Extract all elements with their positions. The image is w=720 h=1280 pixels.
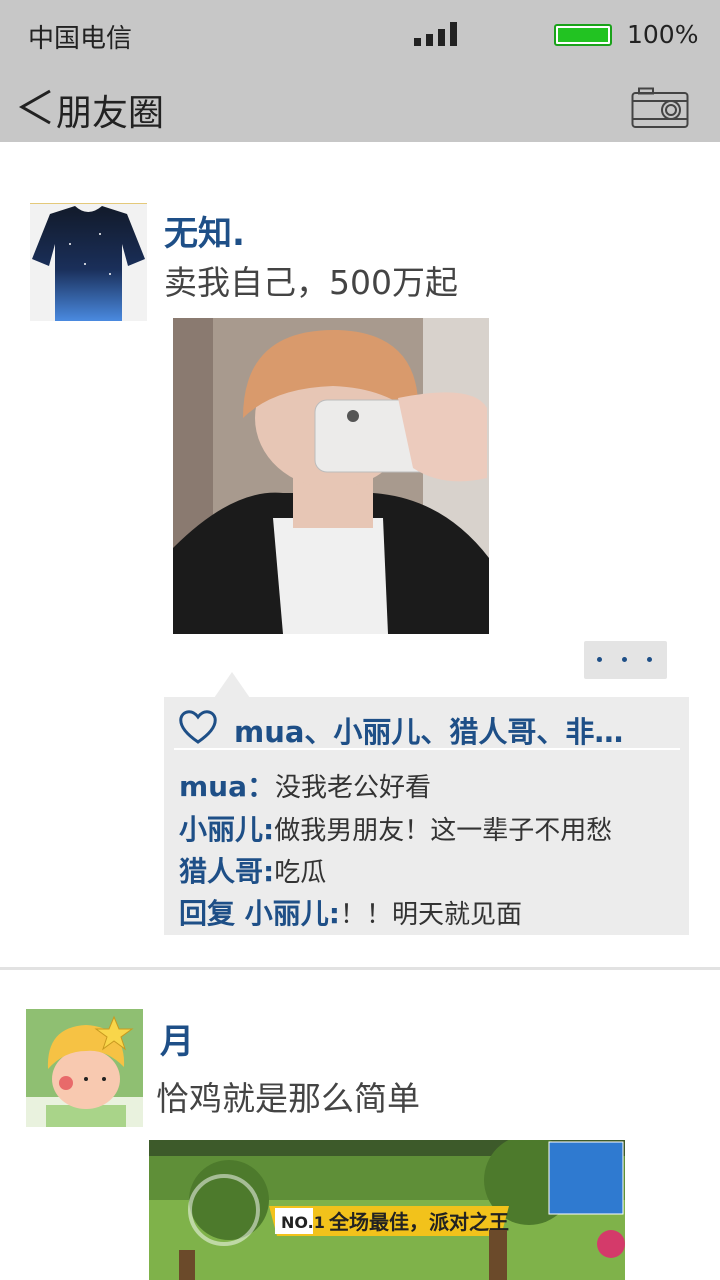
camera-icon[interactable] [631,87,689,129]
post-author-name[interactable]: 月 [160,1014,194,1063]
comment-item[interactable]: mua：没我老公好看 [179,765,431,805]
post-photo[interactable] [173,318,489,634]
post-text: 卖我自己，500万起 [164,263,458,302]
more-button[interactable] [584,641,667,679]
post-separator [0,967,720,970]
comment-item[interactable]: 猎人哥:吃瓜 [179,850,326,890]
likes-row[interactable]: mua、小丽儿、猎人哥、非… [178,707,678,749]
post-author-name[interactable]: 无知. [164,206,245,255]
post-photo[interactable]: NO.1 全场最佳，派对之王 [149,1140,625,1280]
comment-text: 吃瓜 [274,858,327,888]
comment-item[interactable]: 回复 小丽儿:！！明天就见面 [179,892,522,932]
battery-icon [554,24,612,46]
page-title: 朋友圈 [56,93,165,134]
post-text: 恰鸡就是那么简单 [156,1079,420,1118]
chevron-left-icon[interactable] [18,87,54,127]
comment-text: ！！明天就见面 [339,900,522,930]
comment-text: 做我男朋友！这一辈子不用愁 [274,816,613,846]
nav-bar: 朋友圈 [0,70,720,142]
carrier-label: 中国电信 [28,24,133,54]
heart-icon [179,710,217,744]
battery-percent: 100% [627,20,699,49]
comment-author[interactable]: mua： [179,770,275,803]
comment-box: mua、小丽儿、猎人哥、非… mua：没我老公好看 小丽儿:做我男朋友！这一辈子… [164,697,689,935]
status-bar: 中国电信 100% [0,0,720,70]
avatar[interactable] [30,203,147,321]
comment-author[interactable]: 回复 小丽儿: [179,897,340,930]
comment-text: 没我老公好看 [275,773,432,803]
game-banner-text: 全场最佳，派对之王 [328,1210,509,1234]
signal-icon [414,22,460,46]
comment-author[interactable]: 小丽儿: [179,813,274,846]
comment-item[interactable]: 小丽儿:做我男朋友！这一辈子不用愁 [179,808,612,848]
comment-author[interactable]: 猎人哥: [179,855,274,888]
svg-text:NO.1: NO.1 [281,1213,325,1232]
comment-arrow [214,672,250,698]
divider [174,748,680,750]
likes-list[interactable]: mua、小丽儿、猎人哥、非… [234,709,623,751]
avatar[interactable] [26,1009,143,1127]
